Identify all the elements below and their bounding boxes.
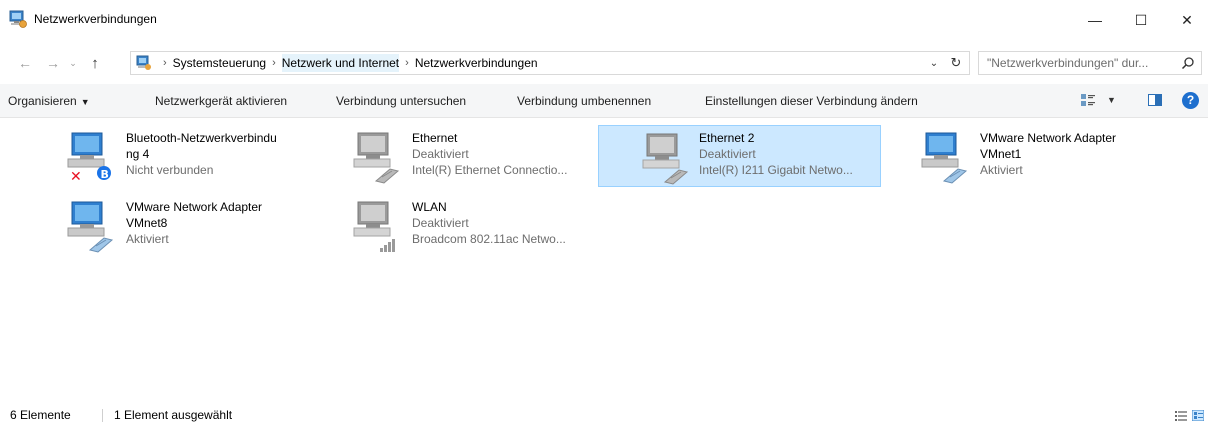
chevron-down-icon: ▼ <box>80 97 90 107</box>
wlan-adapter-icon <box>353 201 395 252</box>
connection-status: Deaktiviert <box>699 147 756 161</box>
up-button[interactable]: ↑ <box>84 51 106 75</box>
connection-item[interactable]: WLAN Deaktiviert Broadcom 802.11ac Netwo… <box>346 196 602 258</box>
address-dropdown-button[interactable]: ⌄ <box>926 51 942 75</box>
refresh-button[interactable]: ↻ <box>944 51 968 75</box>
item-count: 6 Elemente <box>10 408 71 422</box>
back-button[interactable]: ← <box>14 51 36 75</box>
forward-button[interactable]: → <box>42 51 64 75</box>
network-connections-icon <box>9 10 27 28</box>
maximize-button[interactable]: ☐ <box>1118 0 1164 40</box>
rename-connection-button[interactable]: Verbindung umbenennen <box>517 94 651 108</box>
connection-labels: Bluetooth-Netzwerkverbindu ng 4 Nicht ve… <box>126 130 277 178</box>
connection-name: Bluetooth-Netzwerkverbindu <box>126 131 277 145</box>
activate-device-button[interactable]: Netzwerkgerät aktivieren <box>155 94 287 108</box>
status-divider <box>102 409 103 422</box>
title-bar: Netzwerkverbindungen — ☐ ✕ <box>0 0 1208 40</box>
connection-name: WLAN <box>412 200 447 214</box>
connection-status: Aktiviert <box>126 232 169 246</box>
connection-status: Deaktiviert <box>412 147 469 161</box>
bluetooth-network-icon: ✕ B <box>67 132 111 185</box>
breadcrumb-netzwerkverbindungen[interactable]: Netzwerkverbindungen <box>415 54 538 72</box>
connection-name-cont: ng 4 <box>126 147 150 161</box>
breadcrumb-separator: › <box>272 57 276 69</box>
connection-name: Ethernet 2 <box>699 131 755 145</box>
command-bar: Organisieren ▼ Netzwerkgerät aktivieren V… <box>0 84 1208 118</box>
address-row: ← → ⌄ ↑ › Systemsteuerung › Netzwerk und… <box>0 48 1208 78</box>
address-bar[interactable]: › Systemsteuerung › Netzwerk und Interne… <box>130 51 970 75</box>
search-input[interactable]: "Netzwerkverbindungen" dur... <box>978 51 1202 75</box>
search-icon[interactable] <box>1181 56 1195 70</box>
connection-labels: VMware Network Adapter VMnet8 Aktiviert <box>126 199 262 247</box>
organize-button[interactable]: Organisieren ▼ <box>8 94 90 108</box>
breadcrumb-separator: › <box>405 57 409 69</box>
status-bar: 6 Elemente 1 Element ausgewählt <box>0 406 1208 423</box>
breadcrumb-separator: › <box>163 57 167 69</box>
tiles-view-icon[interactable] <box>1192 410 1204 421</box>
close-button[interactable]: ✕ <box>1164 0 1208 40</box>
connection-name: VMware Network Adapter <box>126 200 263 214</box>
connection-name-cont: VMnet8 <box>126 216 168 230</box>
connection-labels: Ethernet Deaktiviert Intel(R) Ethernet C… <box>412 130 567 178</box>
connection-item-selected[interactable]: Ethernet 2 Deaktiviert Intel(R) I211 Gig… <box>598 125 881 187</box>
connection-status: Aktiviert <box>980 163 1023 177</box>
ethernet-adapter-icon <box>642 133 689 185</box>
ethernet-adapter-icon <box>353 132 400 184</box>
control-panel-icon <box>136 55 151 70</box>
recent-locations-button[interactable]: ⌄ <box>66 51 80 75</box>
connection-device: Intel(R) Ethernet Connectio... <box>412 163 568 177</box>
ethernet-adapter-icon <box>921 132 968 184</box>
change-view-icon[interactable] <box>1080 92 1096 108</box>
connection-name: Ethernet <box>412 131 458 145</box>
connection-labels: Ethernet 2 Deaktiviert Intel(R) I211 Gig… <box>699 130 853 178</box>
help-button[interactable]: ? <box>1182 92 1199 109</box>
breadcrumb: › Systemsteuerung › Netzwerk und Interne… <box>157 52 538 74</box>
connection-device: Intel(R) I211 Gigabit Netwo... <box>699 163 853 177</box>
change-settings-button[interactable]: Einstellungen dieser Verbindung ändern <box>705 94 918 108</box>
connection-device: Broadcom 802.11ac Netwo... <box>412 232 566 246</box>
preview-pane-icon[interactable] <box>1148 94 1162 106</box>
minimize-button[interactable]: — <box>1072 0 1118 40</box>
organize-label: Organisieren <box>8 94 77 108</box>
ethernet-adapter-icon <box>67 201 114 253</box>
connection-item[interactable]: VMware Network Adapter VMnet1 Aktiviert <box>914 127 1194 189</box>
svg-text:B: B <box>101 168 109 181</box>
connection-item[interactable]: Ethernet Deaktiviert Intel(R) Ethernet C… <box>346 127 602 189</box>
details-view-icon[interactable] <box>1175 410 1187 421</box>
connection-labels: VMware Network Adapter VMnet1 Aktiviert <box>980 130 1116 178</box>
connection-labels: WLAN Deaktiviert Broadcom 802.11ac Netwo… <box>412 199 566 247</box>
connection-name: VMware Network Adapter <box>980 131 1117 145</box>
connection-status: Nicht verbunden <box>126 163 214 177</box>
breadcrumb-netzwerk-und-internet[interactable]: Netzwerk und Internet <box>281 54 400 72</box>
search-placeholder: "Netzwerkverbindungen" dur... <box>987 56 1149 70</box>
connection-item[interactable]: VMware Network Adapter VMnet8 Aktiviert <box>60 196 330 258</box>
connection-item[interactable]: ✕ B Bluetooth-Netzwerkverbindu ng 4 Nich… <box>60 127 330 189</box>
connection-status: Deaktiviert <box>412 216 469 230</box>
view-options-dropdown[interactable]: ▼ <box>1107 95 1116 105</box>
svg-text:✕: ✕ <box>70 169 82 185</box>
window-title: Netzwerkverbindungen <box>34 12 157 26</box>
breadcrumb-systemsteuerung[interactable]: Systemsteuerung <box>173 54 266 72</box>
selection-count: 1 Element ausgewählt <box>114 408 233 422</box>
diagnose-connection-button[interactable]: Verbindung untersuchen <box>336 94 466 108</box>
connection-name-cont: VMnet1 <box>980 147 1022 161</box>
